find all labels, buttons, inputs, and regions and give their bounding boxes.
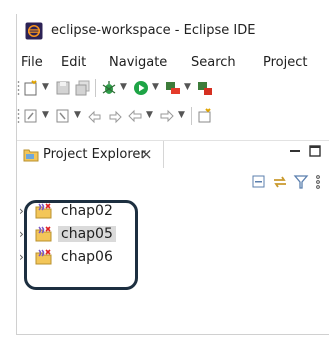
- main-toolbar: ▼ ▼ ▼ ▼: [17, 76, 329, 100]
- collapse-all-icon[interactable]: [251, 174, 267, 190]
- pin-editor-icon[interactable]: [197, 108, 213, 124]
- view-toolbar: [17, 172, 329, 194]
- last-edit-location-icon[interactable]: [87, 108, 103, 124]
- new-file-icon[interactable]: [23, 80, 39, 96]
- java-project-icon: [35, 226, 52, 242]
- debug-dropdown-icon[interactable]: ▼: [120, 82, 127, 92]
- forward-dropdown-icon[interactable]: ▼: [178, 110, 185, 120]
- coverage-icon[interactable]: [165, 80, 181, 96]
- view-menu-icon[interactable]: [314, 174, 322, 190]
- project-name: chap02: [61, 203, 113, 219]
- menu-edit[interactable]: Edit: [61, 55, 86, 70]
- tab-project-explorer[interactable]: Project Explorer ×: [17, 141, 164, 168]
- java-project-icon: [35, 203, 52, 219]
- external-tools-icon[interactable]: [197, 80, 213, 96]
- menu-file[interactable]: File: [21, 55, 43, 70]
- java-project-icon: [35, 249, 52, 265]
- last-edit-forward-icon[interactable]: [107, 108, 123, 124]
- project-name: chap05: [58, 226, 116, 242]
- previous-annotation-dropdown-icon[interactable]: ▼: [74, 110, 81, 120]
- minimize-icon[interactable]: [289, 145, 301, 157]
- tree-item-chap02[interactable]: › chap02: [17, 200, 157, 222]
- link-with-editor-icon[interactable]: [272, 174, 288, 190]
- menu-search[interactable]: Search: [191, 55, 236, 70]
- title-bar: eclipse-workspace - Eclipse IDE: [17, 14, 329, 48]
- project-name: chap06: [61, 249, 113, 265]
- eclipse-logo-icon: [25, 22, 43, 40]
- chevron-right-icon[interactable]: ›: [19, 227, 24, 241]
- close-icon[interactable]: ×: [140, 145, 153, 163]
- next-annotation-dropdown-icon[interactable]: ▼: [42, 110, 49, 120]
- view-tab-bar: Project Explorer ×: [17, 140, 329, 169]
- back-icon[interactable]: [127, 108, 143, 124]
- chevron-right-icon[interactable]: ›: [19, 204, 24, 218]
- run-dropdown-icon[interactable]: ▼: [152, 82, 159, 92]
- save-icon[interactable]: [55, 80, 71, 96]
- run-icon[interactable]: [133, 80, 149, 96]
- save-all-icon[interactable]: [75, 80, 91, 96]
- previous-annotation-icon[interactable]: [55, 108, 71, 124]
- menu-bar: File Edit Navigate Search Project: [17, 52, 329, 74]
- menu-project[interactable]: Project: [263, 55, 307, 70]
- window-title: eclipse-workspace - Eclipse IDE: [51, 23, 256, 38]
- eclipse-window: eclipse-workspace - Eclipse IDE File Edi…: [16, 14, 329, 335]
- tree-item-chap06[interactable]: › chap06: [17, 246, 157, 268]
- toolbar-grip[interactable]: [17, 80, 20, 96]
- navigation-toolbar: ▼ ▼ ▼ ▼: [17, 104, 329, 128]
- back-dropdown-icon[interactable]: ▼: [146, 110, 153, 120]
- menu-navigate[interactable]: Navigate: [109, 55, 167, 70]
- toolbar-separator: [95, 79, 96, 97]
- chevron-right-icon[interactable]: ›: [19, 250, 24, 264]
- filter-icon[interactable]: [293, 174, 309, 190]
- tab-label: Project Explorer: [43, 147, 146, 162]
- toolbar-separator: [191, 107, 192, 125]
- next-annotation-icon[interactable]: [23, 108, 39, 124]
- maximize-icon[interactable]: [309, 145, 321, 157]
- tree-item-chap05[interactable]: › chap05: [17, 223, 157, 245]
- project-explorer-icon: [23, 149, 39, 162]
- forward-icon[interactable]: [159, 108, 175, 124]
- toolbar-grip[interactable]: [17, 108, 20, 124]
- coverage-dropdown-icon[interactable]: ▼: [184, 82, 191, 92]
- debug-icon[interactable]: [101, 80, 117, 96]
- new-dropdown-icon[interactable]: ▼: [42, 82, 49, 92]
